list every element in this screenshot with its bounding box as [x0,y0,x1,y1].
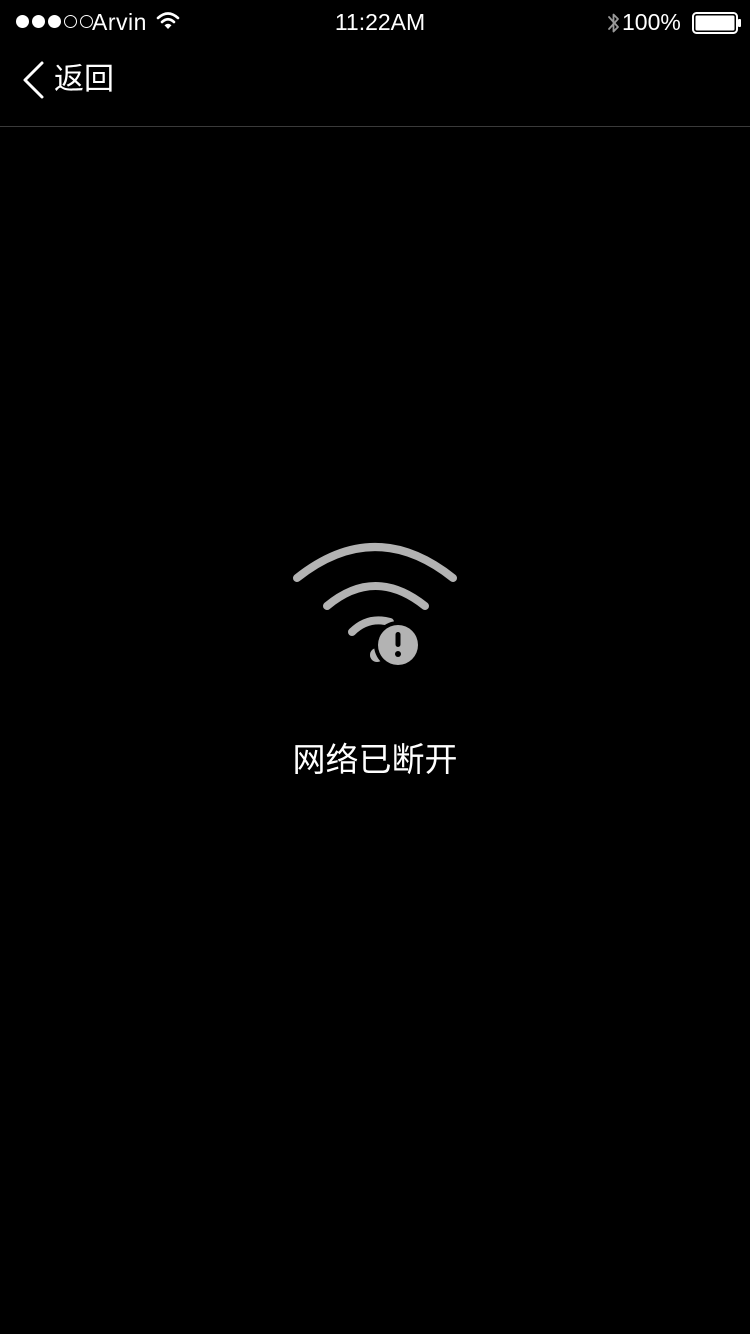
chevron-left-icon [23,61,44,99]
navigation-bar: 返回 [0,44,750,127]
battery-percentage: 100% [622,9,681,35]
bluetooth-icon [608,13,619,33]
back-button[interactable]: 返回 [20,58,114,102]
wifi-disconnected-icon [293,543,457,668]
status-bar: Arvin 11:22AM 100% [0,0,750,44]
battery-icon [692,12,741,34]
back-button-label: 返回 [54,62,114,97]
network-disconnected-message: 网络已断开 [292,740,458,779]
